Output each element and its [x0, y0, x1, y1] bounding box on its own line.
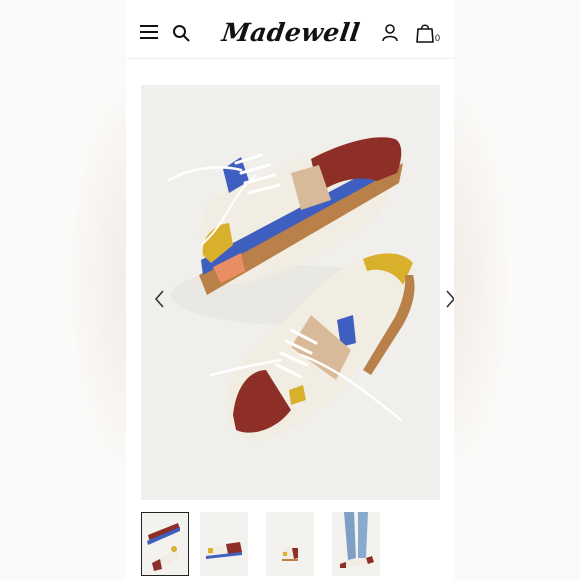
shopping-bag-icon[interactable] [416, 23, 434, 43]
bag-count-badge: 0 [435, 33, 441, 43]
thumbnail-3[interactable] [266, 512, 314, 576]
thumbnail-strip [141, 512, 440, 578]
product-image[interactable] [141, 85, 454, 500]
sneakers-illustration [167, 137, 415, 441]
brand-logo[interactable]: Madewell [214, 16, 369, 50]
left-blurred-backdrop [0, 0, 126, 580]
hamburger-menu-icon[interactable] [140, 24, 158, 40]
chevron-right-icon[interactable] [444, 289, 454, 309]
mobile-product-page: Madewell 0 [126, 0, 454, 580]
right-blurred-backdrop [454, 0, 580, 580]
site-header: Madewell 0 [126, 0, 454, 59]
chevron-left-icon[interactable] [154, 289, 166, 309]
user-icon[interactable] [382, 24, 398, 42]
thumbnail-4[interactable] [332, 512, 380, 576]
thumbnail-1[interactable] [141, 512, 189, 576]
search-icon[interactable] [172, 24, 190, 42]
thumbnail-2[interactable] [200, 512, 248, 576]
